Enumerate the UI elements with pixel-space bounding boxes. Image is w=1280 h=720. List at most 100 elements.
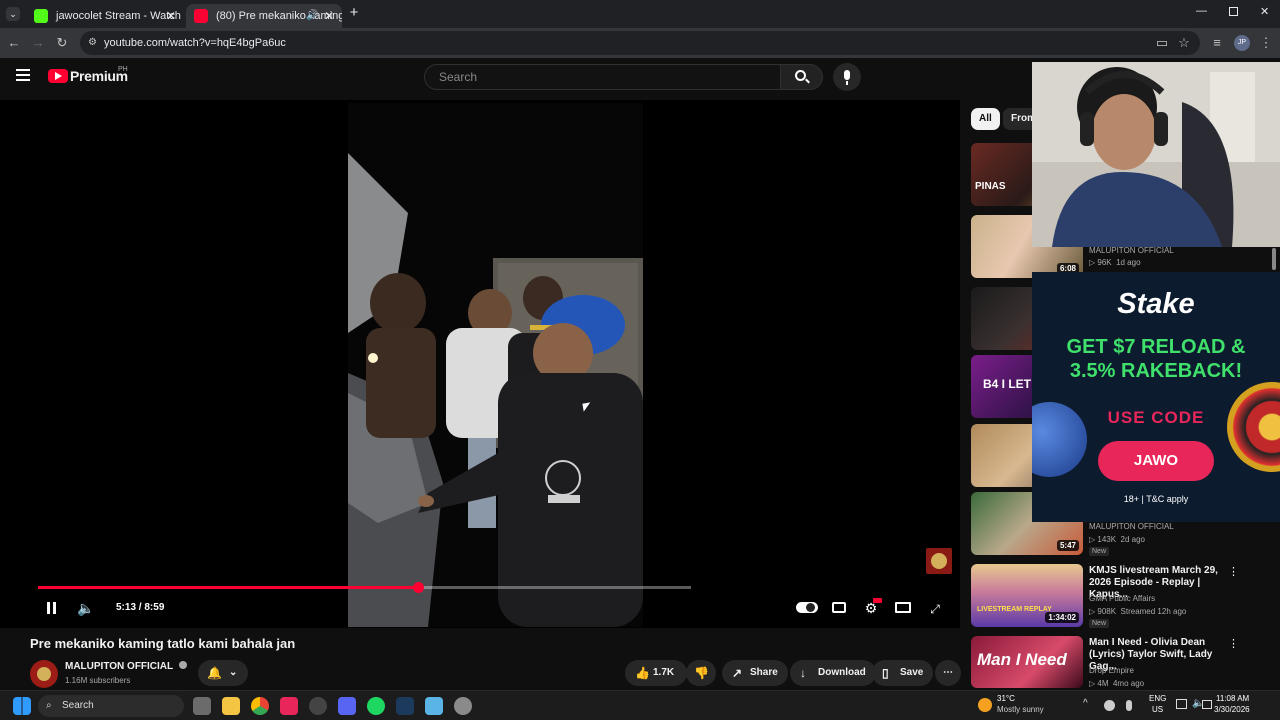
voice-search-button[interactable] [833,63,861,91]
telegram-icon[interactable] [280,697,298,715]
input-region: US [1152,705,1164,714]
taskbar-search-box[interactable]: ⌕ Search [38,695,184,717]
obs-icon[interactable] [309,697,327,715]
channel-name[interactable]: MALUPITON OFFICIAL [65,661,187,672]
thumb-text: PINAS [975,181,1006,192]
youtube-logo[interactable] [48,69,68,83]
ad-promo-code-button[interactable]: JAWO [1098,441,1214,481]
bookmark-star-icon[interactable]: ☆ [1175,34,1193,52]
rec-age: 2d ago [1120,535,1145,544]
download-label: Download [818,667,866,678]
audio-playing-icon[interactable]: 🔊 [306,6,318,26]
search-button[interactable] [781,64,823,90]
download-button[interactable]: ↓ Download [790,660,876,686]
ad-headline-2: 3.5% RAKEBACK! [1069,360,1243,382]
time-display: 5:13 / 8:59 [116,602,164,613]
input-language[interactable]: ENG [1149,694,1166,703]
rec-thumbnail-7[interactable]: LIVESTREAM REPLAY 1:34:02 [971,564,1083,627]
tray-app-icon[interactable] [1104,700,1115,711]
browser-tab-strip: ⌄ jawocolet Stream - Watch Live o ✕ (80)… [0,0,1280,28]
reload-icon[interactable]: ↻ [53,34,71,52]
site-info-icon[interactable]: ⚙ [88,31,97,55]
like-button[interactable]: 👍 1.7K [625,660,687,686]
back-arrow-icon[interactable]: ← [5,34,23,52]
theater-mode-button[interactable] [893,598,913,618]
pause-button[interactable] [42,598,62,618]
more-actions-button[interactable]: ⋯ [935,660,961,686]
fullscreen-button[interactable]: ⤢ [925,598,945,618]
rec-more-icon[interactable]: ⋮ [1228,637,1239,650]
new-badge: New [1089,619,1110,628]
profile-avatar[interactable]: JP [1234,35,1250,51]
subtitles-icon [832,602,846,613]
spotify-icon[interactable] [367,697,385,715]
share-button[interactable]: ↗ Share [722,660,788,686]
steam-icon[interactable] [396,697,414,715]
play-triangle-icon [55,72,62,80]
chip-all[interactable]: All [971,108,1000,130]
address-bar[interactable]: ⚙ youtube.com/watch?v=hqE4bgPa6uc [80,31,1200,55]
channel-avatar[interactable] [30,660,58,688]
more-menu-icon[interactable]: ⋮ [1257,34,1275,52]
clock-time[interactable]: 11:08 AM [1216,694,1249,703]
tab-search-dropdown-icon[interactable]: ⌄ [6,7,20,21]
ad-use-code-label: USE CODE [1107,408,1205,427]
settings-app-icon[interactable] [454,697,472,715]
tray-chevron-up-icon[interactable]: ^ [1083,698,1088,709]
webcam-image [1032,62,1280,247]
progress-scrubber-handle[interactable] [413,582,425,593]
weather-temp[interactable]: 31°C [997,694,1015,703]
rec-views: 4M [1097,679,1109,688]
close-tab-icon[interactable]: ✕ [324,6,334,26]
stake-ad-overlay[interactable]: Stake GET $7 RELOAD & 3.5% RAKEBACK! USE… [1032,272,1280,522]
clock-date: 3/30/2026 [1214,705,1250,714]
hamburger-menu-icon[interactable] [16,69,30,81]
subscriber-count: 1.16M subscribers [65,676,131,685]
cast-icon[interactable]: ▭ [1153,34,1171,52]
rec-stats: ▷ 143K 2d ago [1089,535,1145,544]
new-tab-button[interactable]: + [346,5,362,21]
thumbs-down-icon: 👎 [694,666,709,680]
watermark-logo-icon [931,553,947,569]
tray-mic-icon[interactable] [1126,700,1132,711]
windows-start-icon[interactable] [13,697,31,715]
search-input[interactable]: Search [424,64,781,90]
autoplay-knob [806,603,815,612]
volume-icon: 🔈 [77,600,95,616]
tab-youtube-video[interactable]: (80) Pre mekaniko kaming t 🔊 ✕ [186,4,342,28]
battery-icon[interactable] [1202,700,1212,709]
autoplay-toggle[interactable] [796,602,818,613]
subscribed-notifications-button[interactable]: 🔔 ⌄ [198,660,248,686]
chrome-icon[interactable] [251,697,269,715]
channel-watermark[interactable] [926,548,952,574]
sidebar-scrollbar[interactable] [1272,248,1276,270]
rec-more-icon[interactable]: ⋮ [1228,565,1239,578]
rec-age: Streamed 12h ago [1120,607,1187,616]
restore-window-icon[interactable] [1229,7,1238,16]
rec-stats: ▷ 96K 1d ago [1089,258,1141,267]
hd-badge [873,598,882,603]
settings-button[interactable]: ⚙ [861,598,882,618]
rec-thumbnail-8[interactable]: Man I Need [971,636,1083,688]
volume-button[interactable]: 🔈 [76,598,96,618]
minimize-window-icon[interactable]: — [1196,5,1207,17]
network-icon[interactable] [1176,699,1187,709]
rec-channel: Drop Empire [1089,665,1134,676]
close-window-icon[interactable]: ✕ [1260,5,1269,18]
notepad-icon[interactable] [425,697,443,715]
media-control-icon[interactable]: ≡ [1208,34,1226,52]
browser-toolbar: ← → ↻ ⚙ youtube.com/watch?v=hqE4bgPa6uc … [0,28,1280,58]
video-player[interactable] [0,100,960,628]
file-explorer-icon[interactable] [222,697,240,715]
discord-icon[interactable] [338,697,356,715]
subtitles-button[interactable] [829,598,849,618]
search-placeholder: Search [439,70,478,84]
task-view-icon[interactable] [193,697,211,715]
video-frame[interactable] [348,103,643,627]
dislike-button[interactable]: 👎 [686,660,716,686]
save-button[interactable]: ▯ Save [872,660,934,686]
tab-jawocolet-stream[interactable]: jawocolet Stream - Watch Live o ✕ [26,4,184,28]
forward-arrow-icon[interactable]: → [29,34,47,52]
close-tab-icon[interactable]: ✕ [166,6,176,26]
share-arrow-icon: ↗ [732,666,743,680]
